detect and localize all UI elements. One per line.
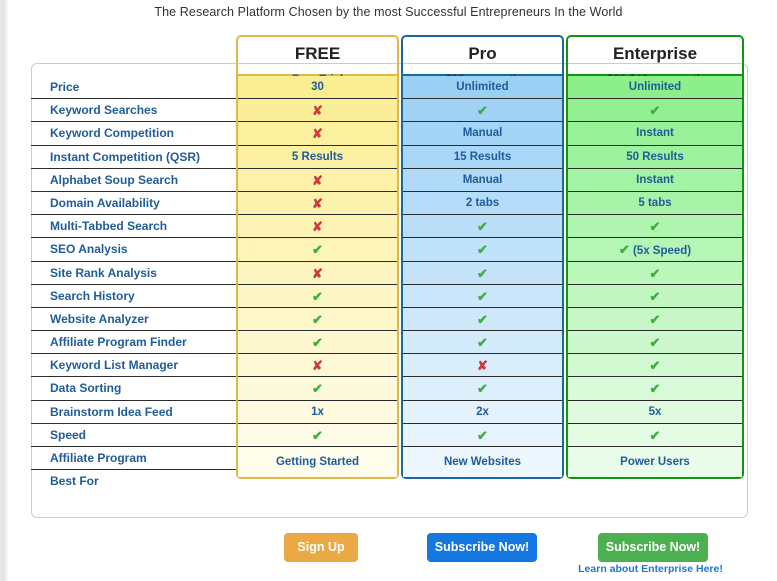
cross-icon: ✘ bbox=[238, 215, 397, 239]
plan-column-enterprise: Enterprise $69 $49 per month Unlimited✔I… bbox=[566, 35, 746, 493]
cross-icon: ✘ bbox=[238, 354, 397, 378]
cross-icon: ✘ bbox=[238, 99, 397, 123]
check-icon: ✔ bbox=[403, 423, 562, 447]
check-icon: ✔ bbox=[238, 238, 397, 262]
feature-label: Affiliate Program Finder bbox=[31, 331, 236, 355]
feature-label: Best For bbox=[50, 474, 99, 489]
plan-name-pro: Pro bbox=[468, 44, 497, 63]
plan-header-enterprise: Enterprise $69 $49 per month bbox=[566, 35, 744, 86]
feature-label: Keyword Searches bbox=[31, 99, 236, 123]
plan-cells-free: 30 ✘ ✘ 5 Results ✘ ✘ ✘ ✔ ✘ ✔ ✔ ✔ ✘ ✔ 1x ✔ Getting Starte… bbox=[236, 76, 399, 479]
feature-value: Power Users bbox=[568, 447, 742, 477]
feature-label: Affiliate Program bbox=[31, 447, 236, 471]
check-icon: ✔ bbox=[403, 284, 562, 308]
check-icon: ✔ bbox=[403, 215, 562, 239]
check-icon: ✔ bbox=[568, 261, 742, 285]
feature-value: New Websites bbox=[403, 447, 562, 477]
feature-label: Search History bbox=[31, 285, 236, 308]
check-icon: ✔ bbox=[403, 331, 562, 355]
check-icon: ✔ bbox=[238, 377, 397, 401]
check-icon: ✔ bbox=[238, 331, 397, 355]
plan-name-enterprise: Enterprise bbox=[612, 44, 698, 63]
feature-label: Website Analyzer bbox=[31, 308, 236, 332]
feature-label: Keyword Competition bbox=[31, 122, 236, 146]
check-icon: ✔ bbox=[568, 284, 742, 308]
pricing-comparison-page: The Research Platform Chosen by the most… bbox=[0, 0, 777, 581]
cross-icon: ✘ bbox=[238, 261, 397, 285]
plan-name-free: FREE bbox=[294, 44, 341, 63]
feature-label: Instant Competition (QSR) bbox=[31, 146, 236, 169]
page-headline: The Research Platform Chosen by the most… bbox=[154, 5, 623, 19]
feature-value: 50 Results bbox=[568, 145, 742, 169]
check-icon: ✔ bbox=[568, 377, 742, 401]
cross-icon: ✘ bbox=[403, 354, 562, 378]
feature-value: Instant bbox=[568, 122, 742, 146]
feature-label: Domain Availability bbox=[31, 192, 236, 216]
feature-value: Unlimited bbox=[403, 76, 562, 100]
check-icon: ✔ bbox=[568, 307, 742, 332]
check-icon: ✔ bbox=[238, 423, 397, 447]
feature-value: Getting Started bbox=[238, 447, 397, 477]
feature-label: Keyword List Manager bbox=[31, 354, 236, 378]
feature-label: Speed bbox=[31, 424, 236, 447]
check-icon: ✔ bbox=[568, 423, 742, 447]
subscribe-pro-button[interactable]: Subscribe Now! bbox=[427, 533, 537, 562]
feature-label: Alphabet Soup Search bbox=[31, 169, 236, 192]
subscribe-enterprise-button[interactable]: Subscribe Now! bbox=[598, 533, 708, 562]
check-icon-with-note: ✔ (5x Speed) bbox=[568, 238, 742, 262]
feature-label: Price bbox=[31, 76, 236, 100]
check-icon: ✔ bbox=[238, 284, 397, 308]
plan-column-pro: Pro $19 per month Unlimited✔Manual15 Res… bbox=[401, 35, 566, 493]
feature-label: SEO Analysis bbox=[31, 238, 236, 262]
feature-name-column: Price Keyword Searches Keyword Competition… bbox=[31, 35, 236, 493]
check-icon: ✔ bbox=[568, 99, 742, 123]
check-icon: ✔ bbox=[403, 238, 562, 262]
learn-about-enterprise-link[interactable]: Learn about Enterprise Here! bbox=[553, 563, 748, 575]
page-gutter bbox=[0, 0, 8, 581]
plan-cells-enterprise: Unlimited ✔ Instant 50 Results Instant 5 tabs… bbox=[566, 76, 744, 479]
check-icon: ✔ bbox=[568, 331, 742, 355]
feature-value: Manual bbox=[403, 168, 562, 192]
cross-icon: ✘ bbox=[238, 122, 397, 146]
plan-column-free: FREE Free Trial 30✘✘5 Results✘✘✘✔✘✔✔✔✘✔1… bbox=[236, 35, 401, 493]
feature-value: 15 Results bbox=[403, 145, 562, 169]
feature-value: 30 bbox=[238, 76, 397, 100]
feature-value: Manual bbox=[403, 122, 562, 146]
feature-value: 2x bbox=[403, 400, 562, 424]
feature-value: Unlimited bbox=[568, 76, 742, 100]
check-icon: ✔ bbox=[403, 377, 562, 401]
check-icon: ✔ bbox=[403, 307, 562, 332]
feature-value: 5 Results bbox=[238, 145, 397, 169]
feature-value: 2 tabs bbox=[403, 191, 562, 216]
cross-icon: ✘ bbox=[238, 191, 397, 216]
feature-label: Data Sorting bbox=[31, 377, 236, 401]
feature-value: 1x bbox=[238, 400, 397, 424]
check-icon: ✔ bbox=[238, 307, 397, 332]
plan-header-pro: Pro $19 per month bbox=[401, 35, 564, 86]
cross-icon: ✘ bbox=[238, 168, 397, 192]
plan-header-free: FREE Free Trial bbox=[236, 35, 399, 86]
feature-value: Instant bbox=[568, 168, 742, 192]
check-icon: ✔ bbox=[403, 99, 562, 123]
comparison-table: Price Keyword Searches Keyword Competition… bbox=[31, 35, 748, 493]
check-icon: ✔ bbox=[403, 261, 562, 285]
check-icon: ✔ bbox=[568, 354, 742, 378]
plan-cells-pro: Unlimited ✔ Manual 15 Results Manual 2 tabs ✔ ✔… bbox=[401, 76, 564, 479]
check-icon: ✔ bbox=[568, 215, 742, 239]
feature-label: Multi-Tabbed Search bbox=[31, 215, 236, 239]
feature-label: Site Rank Analysis bbox=[31, 262, 236, 285]
sign-up-button[interactable]: Sign Up bbox=[284, 533, 358, 562]
feature-label: Brainstorm Idea Feed bbox=[31, 401, 236, 424]
feature-value: 5x bbox=[568, 400, 742, 424]
feature-value: 5 tabs bbox=[568, 191, 742, 216]
